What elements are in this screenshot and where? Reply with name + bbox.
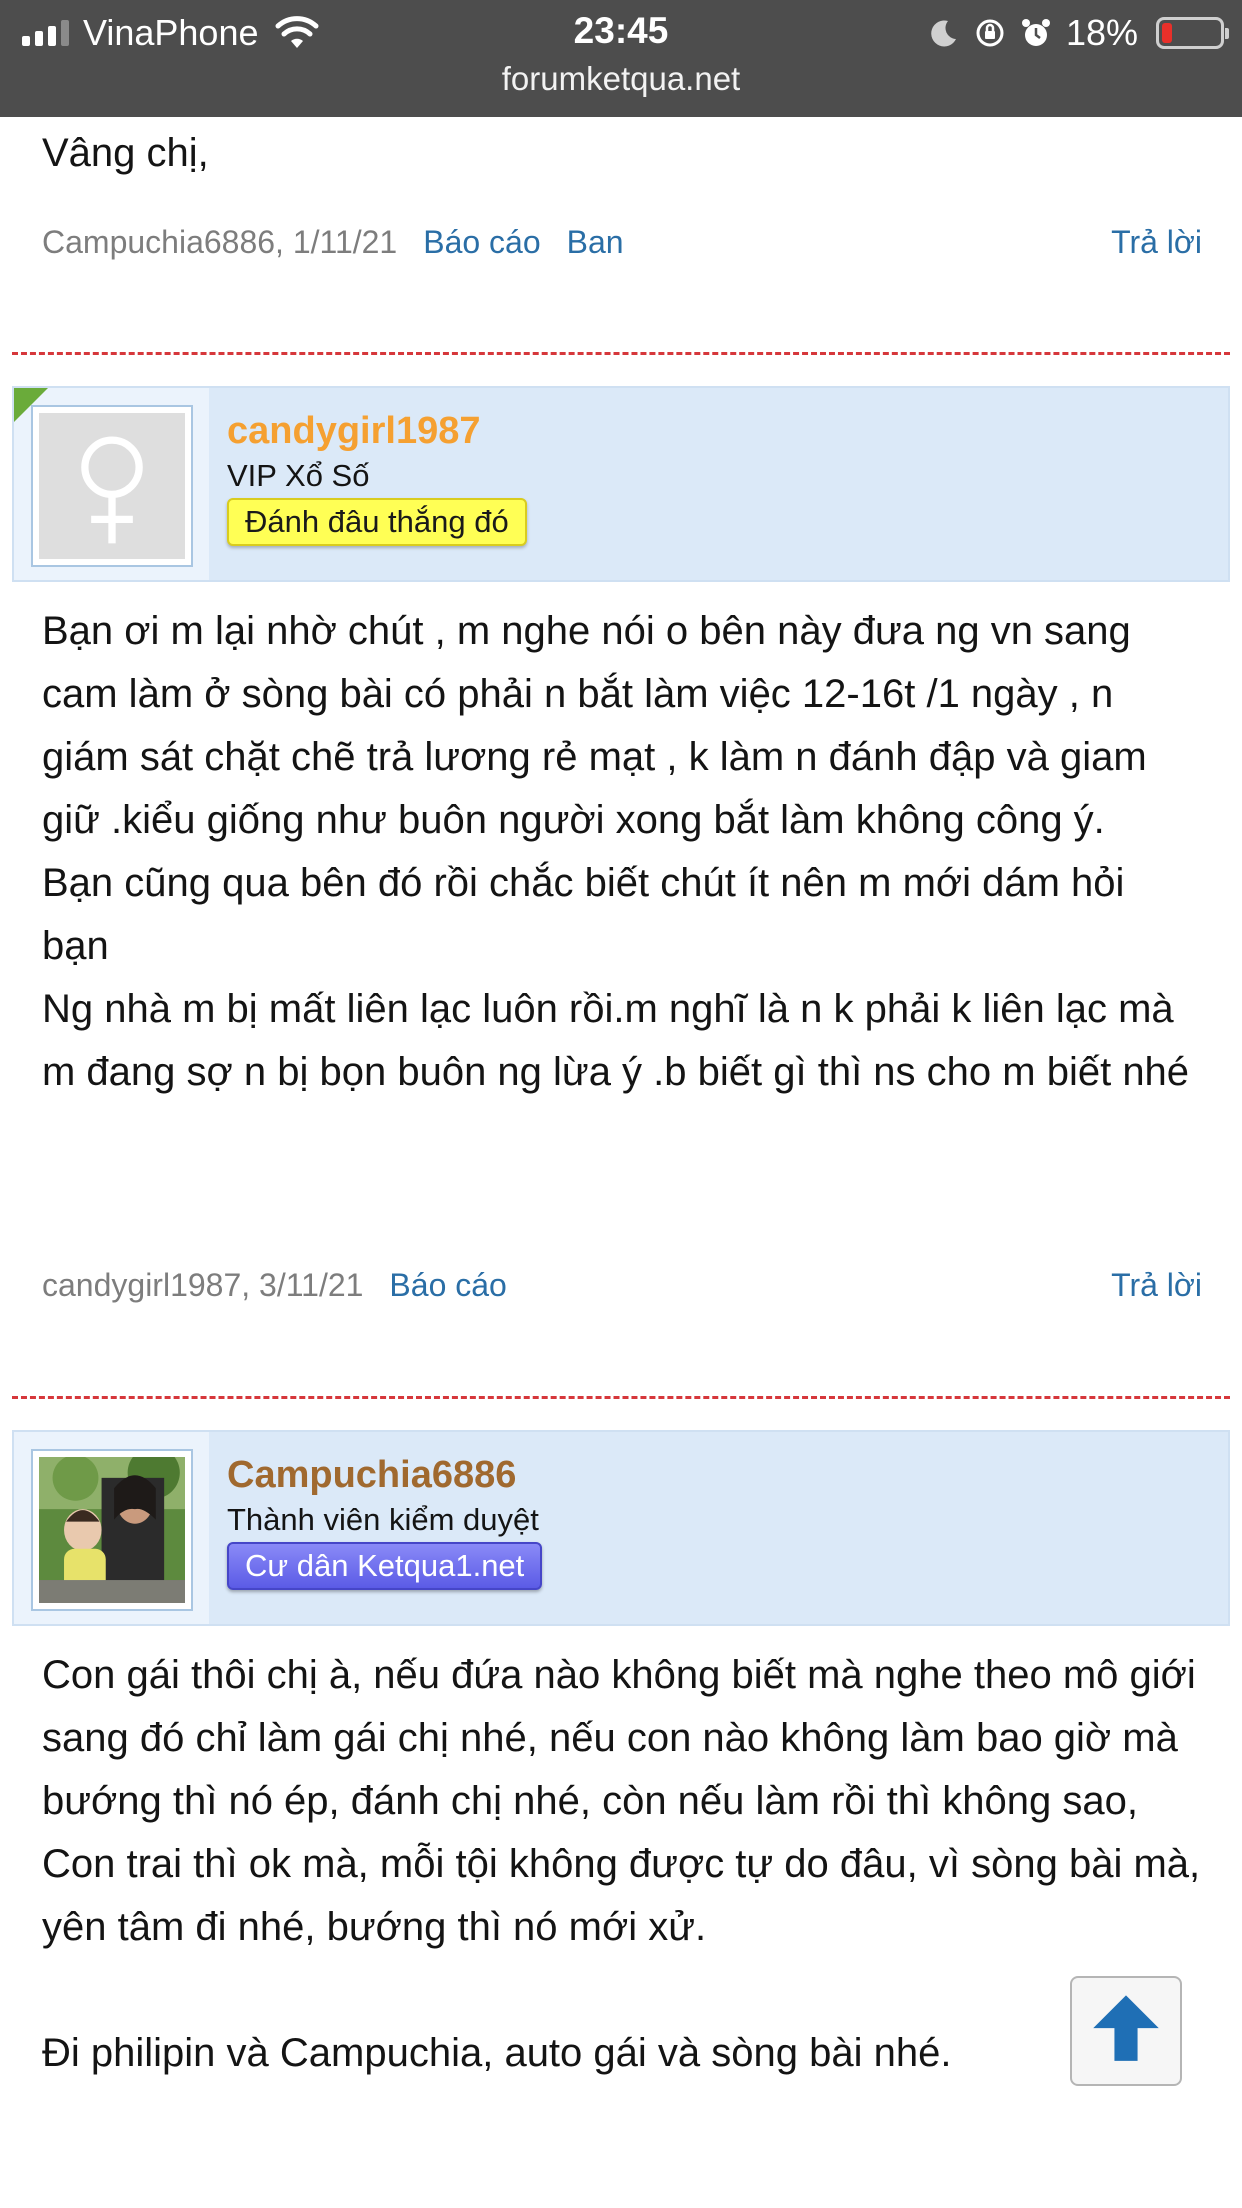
scroll-to-top-button[interactable] xyxy=(1070,1976,1182,2086)
battery-percent: 18% xyxy=(1065,12,1138,53)
user-header: candygirl1987 VIP Xổ Số Đánh đâu thắng đ… xyxy=(12,386,1230,582)
user-badge: Cư dân Ketqua1.net xyxy=(227,1542,543,1590)
user-header: Campuchia6886 Thành viên kiểm duyệt Cư d… xyxy=(12,1430,1230,1626)
page-url[interactable]: forumketqua.net xyxy=(0,60,1242,98)
moon-icon xyxy=(931,20,956,47)
user-badge: Đánh đâu thắng đó xyxy=(227,498,527,546)
female-symbol-icon xyxy=(81,436,143,544)
alarm-icon xyxy=(1021,19,1050,46)
post-meta: Campuchia6886, 1/11/21 Báo cáo Ban Trả lời xyxy=(42,222,1202,262)
message-paragraph: Bạn cũng qua bên đó rồi chắc biết chút í… xyxy=(42,861,1125,968)
message-paragraph: Đi philipin và Campuchia, auto gái và sò… xyxy=(42,2031,952,2075)
reply-link[interactable]: Trả lời xyxy=(1111,222,1202,262)
status-right: 18% xyxy=(928,12,1229,54)
report-link[interactable]: Báo cáo xyxy=(389,1267,506,1303)
message-paragraph: Con gái thôi chị à, nếu đứa nào không bi… xyxy=(42,1653,1196,1823)
message-paragraph: Con trai thì ok mà, mỗi tội không được t… xyxy=(42,1842,1201,1949)
post-divider xyxy=(12,1396,1230,1399)
post-author-date[interactable]: candygirl1987, 3/11/21 xyxy=(42,1267,363,1303)
battery-icon xyxy=(1156,17,1229,49)
user-title: Thành viên kiểm duyệt xyxy=(227,1502,539,1537)
ban-link[interactable]: Ban xyxy=(567,224,624,260)
avatar[interactable] xyxy=(31,1449,193,1611)
orientation-lock-icon xyxy=(976,19,1004,47)
username[interactable]: candygirl1987 xyxy=(227,410,480,453)
report-link[interactable]: Báo cáo xyxy=(423,224,540,260)
avatar[interactable] xyxy=(31,405,193,567)
post-author-date[interactable]: Campuchia6886, 1/11/21 xyxy=(42,224,397,260)
user-title: VIP Xổ Số xyxy=(227,458,370,493)
reply-link[interactable]: Trả lời xyxy=(1111,1265,1202,1305)
post-meta: candygirl1987, 3/11/21 Báo cáo Trả lời xyxy=(42,1265,1202,1305)
message-paragraph: Bạn ơi m lại nhờ chút , m nghe nói o bên… xyxy=(42,609,1147,842)
post-message: Con gái thôi chị à, nếu đứa nào không bi… xyxy=(42,1644,1202,2085)
user-photo xyxy=(39,1457,185,1603)
post-message: Bạn ơi m lại nhờ chút , m nghe nói o bên… xyxy=(42,600,1202,1104)
post-divider xyxy=(12,352,1230,355)
username[interactable]: Campuchia6886 xyxy=(227,1454,516,1497)
status-bar: VinaPhone 23:45 forumketqua.net 18% xyxy=(0,0,1242,117)
message-paragraph: Ng nhà m bị mất liên lạc luôn rồi.m nghĩ… xyxy=(42,987,1190,1094)
arrow-up-icon xyxy=(1093,1995,1159,2061)
message-paragraph: Vâng chị, xyxy=(42,131,209,175)
post-message: Vâng chị, xyxy=(42,122,1202,185)
